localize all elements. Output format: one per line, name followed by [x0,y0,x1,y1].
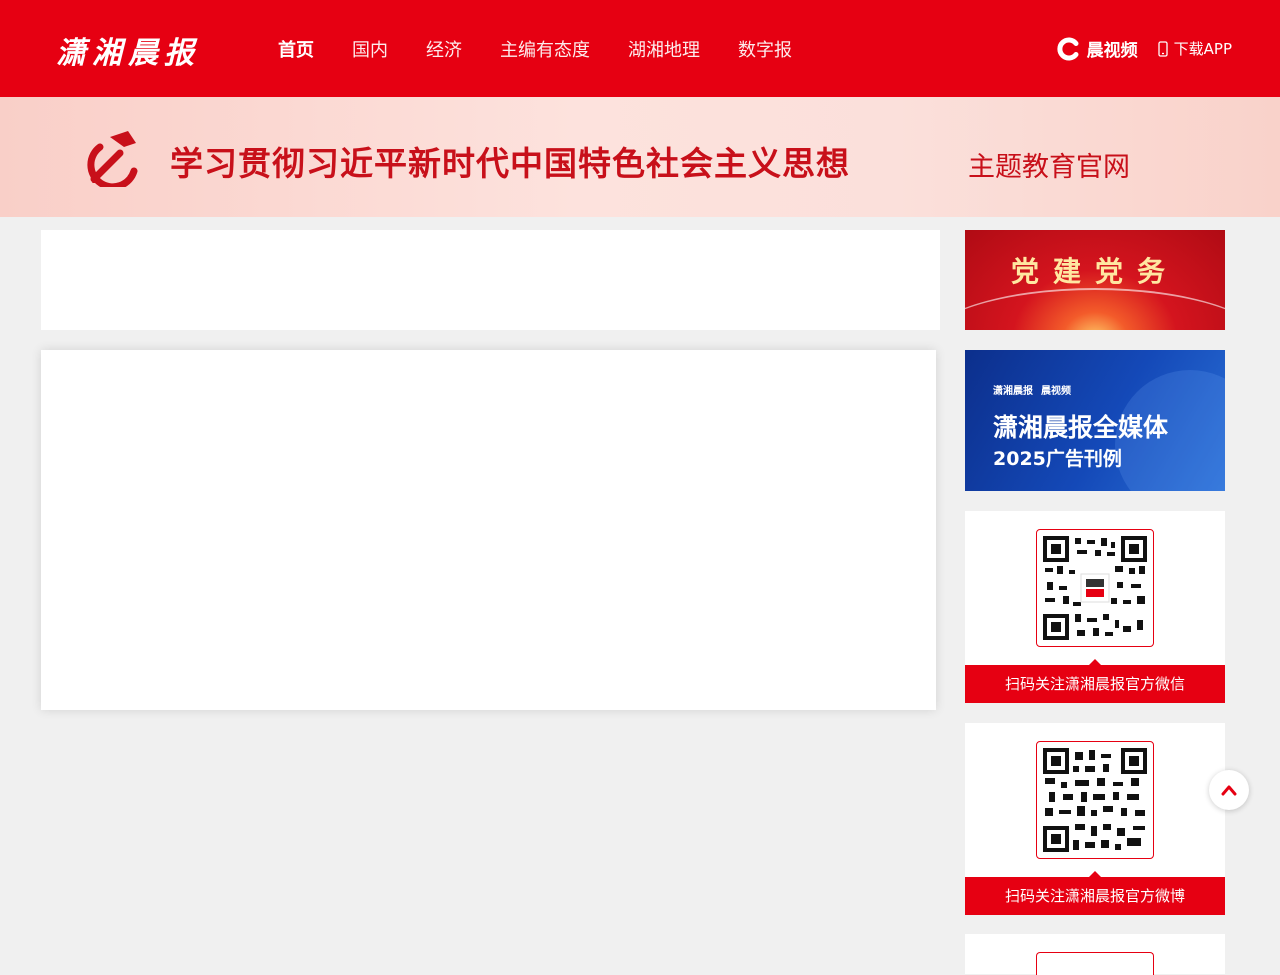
weibo-qr-code-icon [1043,748,1147,852]
wechat-qr-code-icon [1043,536,1147,640]
banner-subtitle: 主题教育官网 [968,152,1130,183]
nav-item-digital-paper[interactable]: 数字报 [738,36,792,62]
main-nav: 首页 国内 经济 主编有态度 湖湘地理 数字报 [278,36,830,62]
qr-card-partial [965,934,1225,975]
wechat-qr-frame [1036,529,1154,647]
back-to-top-button[interactable] [1209,770,1249,810]
content-panel-top [41,230,940,330]
ad-rates-card[interactable]: 潇湘晨报 晨视频 潇湘晨报全媒体 2025广告刊例 [965,350,1225,491]
site-header: 潇湘晨报 首页 国内 经济 主编有态度 湖湘地理 数字报 晨视频 下载APP [0,0,1280,97]
chevron-up-icon [1221,785,1237,796]
nav-item-hunan-geography[interactable]: 湖湘地理 [628,36,700,62]
weibo-qr-frame [1036,741,1154,859]
ad-subline: 2025广告刊例 [993,448,1122,470]
party-card-title: 党建党务 [1010,255,1179,288]
content-panel-main [41,350,936,710]
party-building-card[interactable]: 党建党务 [965,230,1225,330]
nav-item-domestic[interactable]: 国内 [352,36,388,62]
nav-item-editor-attitude[interactable]: 主编有态度 [500,36,590,62]
weibo-qr-card: 扫码关注潇湘晨报官方微博 [965,723,1225,915]
phone-icon [1157,40,1168,57]
ad-brand-label: 潇湘晨报 [993,386,1033,397]
decorative-arc [965,288,1225,330]
ad-brand2-label: 晨视频 [1041,386,1071,397]
video-brand-link[interactable]: 晨视频 [1057,36,1138,61]
download-app-link[interactable]: 下载APP [1157,38,1232,59]
wechat-qr-caption: 扫码关注潇湘晨报官方微信 [965,659,1225,703]
header-right: 晨视频 下载APP [1057,36,1232,61]
ad-headline: 潇湘晨报全媒体 [993,413,1169,442]
banner-title: 学习贯彻习近平新时代中国特色社会主义思想 [170,144,850,183]
wechat-qr-card: 扫码关注潇湘晨报官方微信 [965,511,1225,703]
site-logo[interactable]: 潇湘晨报 [56,28,200,72]
partial-qr-frame [1036,952,1154,975]
nav-item-home[interactable]: 首页 [278,36,314,62]
video-brand-label: 晨视频 [1086,41,1138,61]
nav-item-economy[interactable]: 经济 [426,36,462,62]
video-c-logo-icon [1057,37,1079,60]
download-app-label: 下载APP [1173,40,1232,58]
hammer-sickle-icon [87,131,138,187]
weibo-qr-caption: 扫码关注潇湘晨报官方微博 [965,871,1225,915]
